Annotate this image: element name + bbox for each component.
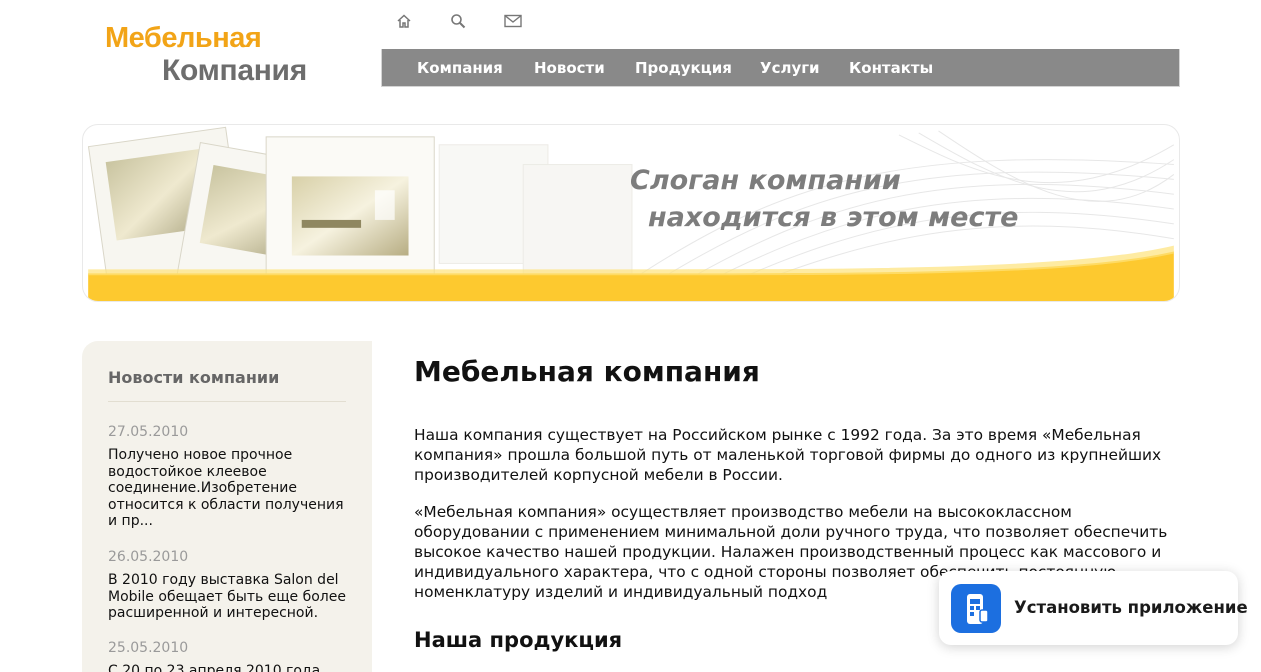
intro-paragraph: Наша компания существует на Российском р… [414, 426, 1162, 484]
nav-item-products[interactable]: Продукция [635, 59, 732, 77]
news-date: 27.05.2010 [108, 424, 189, 440]
search-icon[interactable] [446, 10, 470, 32]
install-app-label: Установить приложение [1014, 598, 1248, 617]
nav-item-company[interactable]: Компания [417, 59, 503, 77]
main-navigation: Компания Новости Продукция Услуги Контак… [381, 49, 1180, 87]
news-item-text[interactable]: С 20 по 23 апреля 2010 года [108, 663, 353, 672]
sidebar-title: Новости компании [108, 368, 280, 387]
page-title: Мебельная компания [414, 355, 760, 388]
sidebar-divider [108, 401, 346, 402]
products-heading: Наша продукция [414, 628, 623, 652]
home-icon[interactable] [392, 10, 416, 32]
news-date: 25.05.2010 [108, 640, 189, 656]
logo-text-line1: Мебельная [105, 22, 262, 54]
news-item-text[interactable]: Получено новое прочное водостойкое клеев… [108, 447, 353, 530]
news-date: 26.05.2010 [108, 549, 189, 565]
nav-item-contacts[interactable]: Контакты [849, 59, 933, 77]
logo-text-line2: Компания [162, 54, 307, 87]
news-sidebar: Новости компании 27.05.2010 Получено нов… [82, 341, 372, 672]
banner-slogan-line2: находится в этом месте [648, 202, 1019, 233]
banner-slogan-line1: Слоган компании [630, 165, 901, 196]
company-logo[interactable]: Мебельная Компания [105, 22, 335, 87]
mail-icon[interactable] [501, 10, 525, 32]
hero-banner: Слоган компании находится в этом месте [82, 124, 1180, 302]
news-item-text[interactable]: В 2010 году выставка Salon del Mobile об… [108, 572, 353, 622]
nav-item-services[interactable]: Услуги [760, 59, 820, 77]
install-app-popup[interactable]: Установить приложение [939, 571, 1248, 645]
nav-item-news[interactable]: Новости [534, 59, 605, 77]
app-install-icon [951, 584, 1001, 633]
